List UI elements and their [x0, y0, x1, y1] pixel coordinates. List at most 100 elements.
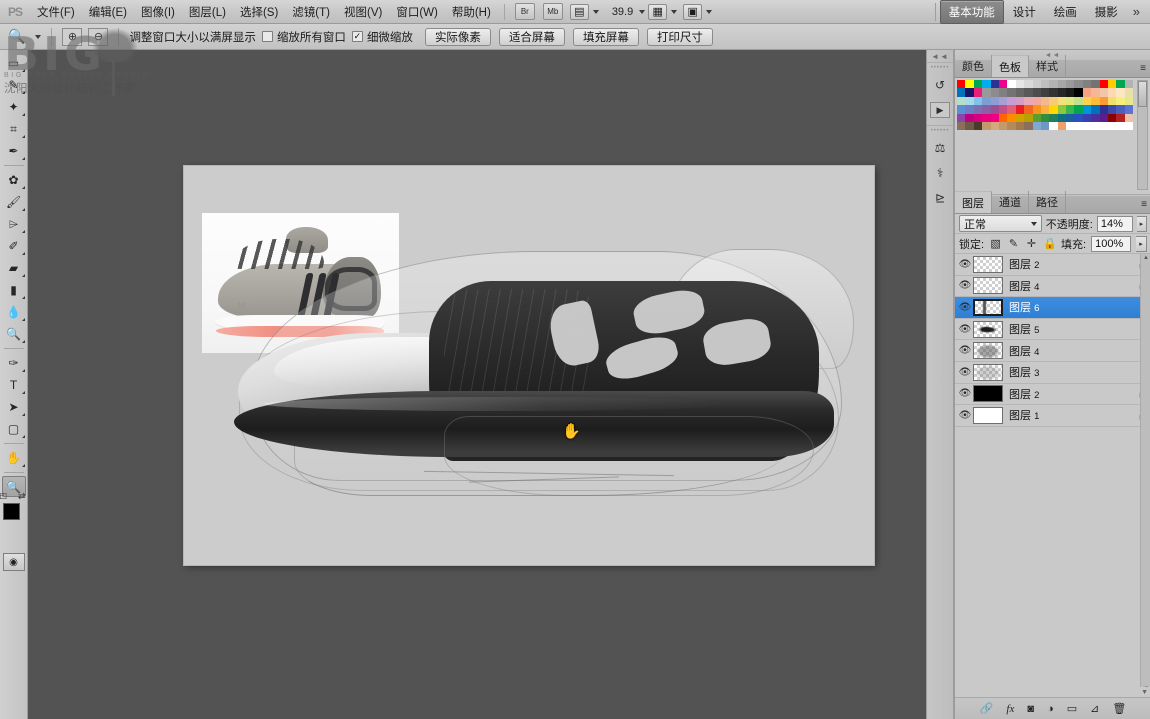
swatch-83[interactable] [1124, 105, 1134, 114]
swatch-81[interactable] [1108, 105, 1117, 114]
layer-thumbnail[interactable] [973, 385, 1003, 403]
hand-tool-icon[interactable]: ✋ [1, 447, 27, 469]
swatch-114[interactable] [1032, 121, 1041, 131]
zoom-all-windows-checkbox[interactable]: 缩放所有窗口 [261, 29, 346, 45]
swatch-60[interactable] [1108, 96, 1117, 106]
swatch-51[interactable] [1032, 96, 1041, 106]
swatch-44[interactable] [973, 96, 983, 106]
swatch-35[interactable] [1074, 88, 1083, 97]
workspace-tab-2[interactable]: 绘画 [1045, 0, 1086, 24]
layer-mask-icon[interactable]: ◙ [1027, 703, 1034, 715]
swatch-109[interactable] [990, 121, 999, 131]
rectangle-shape-tool-icon[interactable]: ▢ [1, 418, 27, 440]
clone-stamp-tool-icon[interactable]: ⌲ [1, 213, 27, 235]
swatch-118[interactable] [1066, 121, 1075, 131]
layer-thumbnail[interactable] [973, 342, 1003, 360]
layer-visibility-icon[interactable]: 👁 [957, 388, 973, 399]
swatch-110[interactable] [998, 121, 1008, 131]
bridge-icon[interactable]: Br [514, 3, 535, 20]
swatch-20[interactable] [1124, 80, 1134, 89]
swatch-18[interactable] [1108, 80, 1117, 89]
swatch-41[interactable] [1124, 88, 1134, 97]
menu-item-7[interactable]: 窗口(W) [389, 1, 445, 23]
swatch-9[interactable] [1032, 80, 1041, 89]
swatch-0[interactable] [957, 80, 966, 89]
link-layers-icon[interactable]: 🔗 [980, 702, 994, 715]
quick-mask-icon[interactable]: ◉ [2, 553, 25, 571]
swatch-99[interactable] [1082, 113, 1092, 122]
layer-thumbnail[interactable] [973, 255, 1003, 273]
swatch-5[interactable] [998, 80, 1008, 89]
screen-mode-dropdown[interactable]: ▣ [683, 3, 713, 20]
swatch-103[interactable] [1116, 113, 1125, 122]
gradient-tool-icon[interactable]: ▮ [1, 279, 27, 301]
swatch-113[interactable] [1024, 121, 1033, 131]
actions-panel-icon[interactable]: ▶ [927, 98, 953, 122]
options-button-1[interactable]: 适合屏幕 [498, 27, 565, 46]
layer-thumbnail[interactable] [973, 320, 1003, 338]
swatch-98[interactable] [1074, 113, 1083, 122]
swatch-125[interactable] [1124, 121, 1134, 131]
layer-thumbnail[interactable] [973, 298, 1003, 316]
foreground-color-swatch[interactable] [2, 503, 20, 520]
swatch-54[interactable] [1057, 96, 1067, 106]
swatch-105[interactable] [957, 121, 966, 131]
swatch-90[interactable] [1007, 113, 1016, 122]
history-brush-tool-icon[interactable]: ✐ [1, 235, 27, 257]
dock-drag-dots[interactable]: •••••• [927, 65, 953, 72]
swatch-43[interactable] [965, 96, 974, 106]
brush-tool-icon[interactable]: 🖌 [1, 191, 27, 213]
swatch-72[interactable] [1032, 105, 1041, 114]
swatch-23[interactable] [973, 88, 983, 97]
dodge-tool-icon[interactable]: 🔍 [1, 323, 27, 345]
swatch-93[interactable] [1032, 113, 1041, 122]
swatch-42[interactable] [957, 96, 966, 106]
swatch-28[interactable] [1015, 88, 1025, 97]
zoom-out-icon[interactable]: ⊖ [88, 27, 109, 46]
swatch-37[interactable] [1091, 88, 1100, 97]
swatch-14[interactable] [1074, 80, 1083, 89]
menu-item-5[interactable]: 滤镜(T) [285, 1, 337, 23]
swatch-121[interactable] [1091, 121, 1100, 131]
swatch-3[interactable] [982, 80, 991, 89]
zoom-in-icon[interactable]: ⊕ [62, 27, 83, 46]
swatches-tab-2[interactable]: 样式 [1029, 55, 1066, 77]
opacity-input[interactable]: 14% [1096, 215, 1133, 232]
swatch-65[interactable] [973, 105, 983, 114]
color-swatches[interactable]: ◰ ⇄ [0, 491, 28, 541]
tool-preset-chevron-icon[interactable] [35, 34, 42, 39]
options-button-2[interactable]: 填充屏幕 [572, 27, 639, 46]
canvas[interactable]: /// ✋ [184, 166, 874, 565]
swatch-56[interactable] [1074, 96, 1083, 106]
swatch-91[interactable] [1015, 113, 1025, 122]
swatch-120[interactable] [1082, 121, 1092, 131]
menu-item-4[interactable]: 选择(S) [233, 1, 285, 23]
menu-item-2[interactable]: 图像(I) [134, 1, 182, 23]
swatch-85[interactable] [965, 113, 974, 122]
history-panel-icon[interactable]: ↺ [927, 73, 953, 97]
workspace-tab-3[interactable]: 摄影 [1086, 0, 1127, 24]
workspace-tab-1[interactable]: 设计 [1004, 0, 1045, 24]
swatch-117[interactable] [1057, 121, 1067, 131]
swatch-12[interactable] [1057, 80, 1067, 89]
swatch-26[interactable] [998, 88, 1008, 97]
panel-menu-icon[interactable]: ≡ [1141, 199, 1147, 210]
swatch-76[interactable] [1066, 105, 1075, 114]
layers-tab-0[interactable]: 图层 [955, 191, 992, 213]
swatch-45[interactable] [982, 96, 991, 106]
swatch-102[interactable] [1108, 113, 1117, 122]
swatch-107[interactable] [973, 121, 983, 131]
layer-row[interactable]: 👁图层 4🔒 [955, 276, 1150, 298]
swatch-7[interactable] [1015, 80, 1025, 89]
adjustment-layer-icon[interactable]: ◑ [1047, 703, 1054, 715]
swap-colors-icon[interactable]: ⇄ [18, 491, 26, 502]
eyedropper-tool-icon[interactable]: ✒ [1, 140, 27, 162]
blur-tool-icon[interactable]: 💧 [1, 301, 27, 323]
swatch-21[interactable] [957, 88, 966, 97]
layer-row[interactable]: 👁 图层 5 [955, 319, 1150, 341]
swatch-50[interactable] [1024, 96, 1033, 106]
swatch-6[interactable] [1007, 80, 1016, 89]
swatch-19[interactable] [1116, 80, 1125, 89]
lasso-tool-icon[interactable]: ✎ [1, 74, 27, 96]
layer-visibility-icon[interactable]: 👁 [957, 280, 973, 291]
